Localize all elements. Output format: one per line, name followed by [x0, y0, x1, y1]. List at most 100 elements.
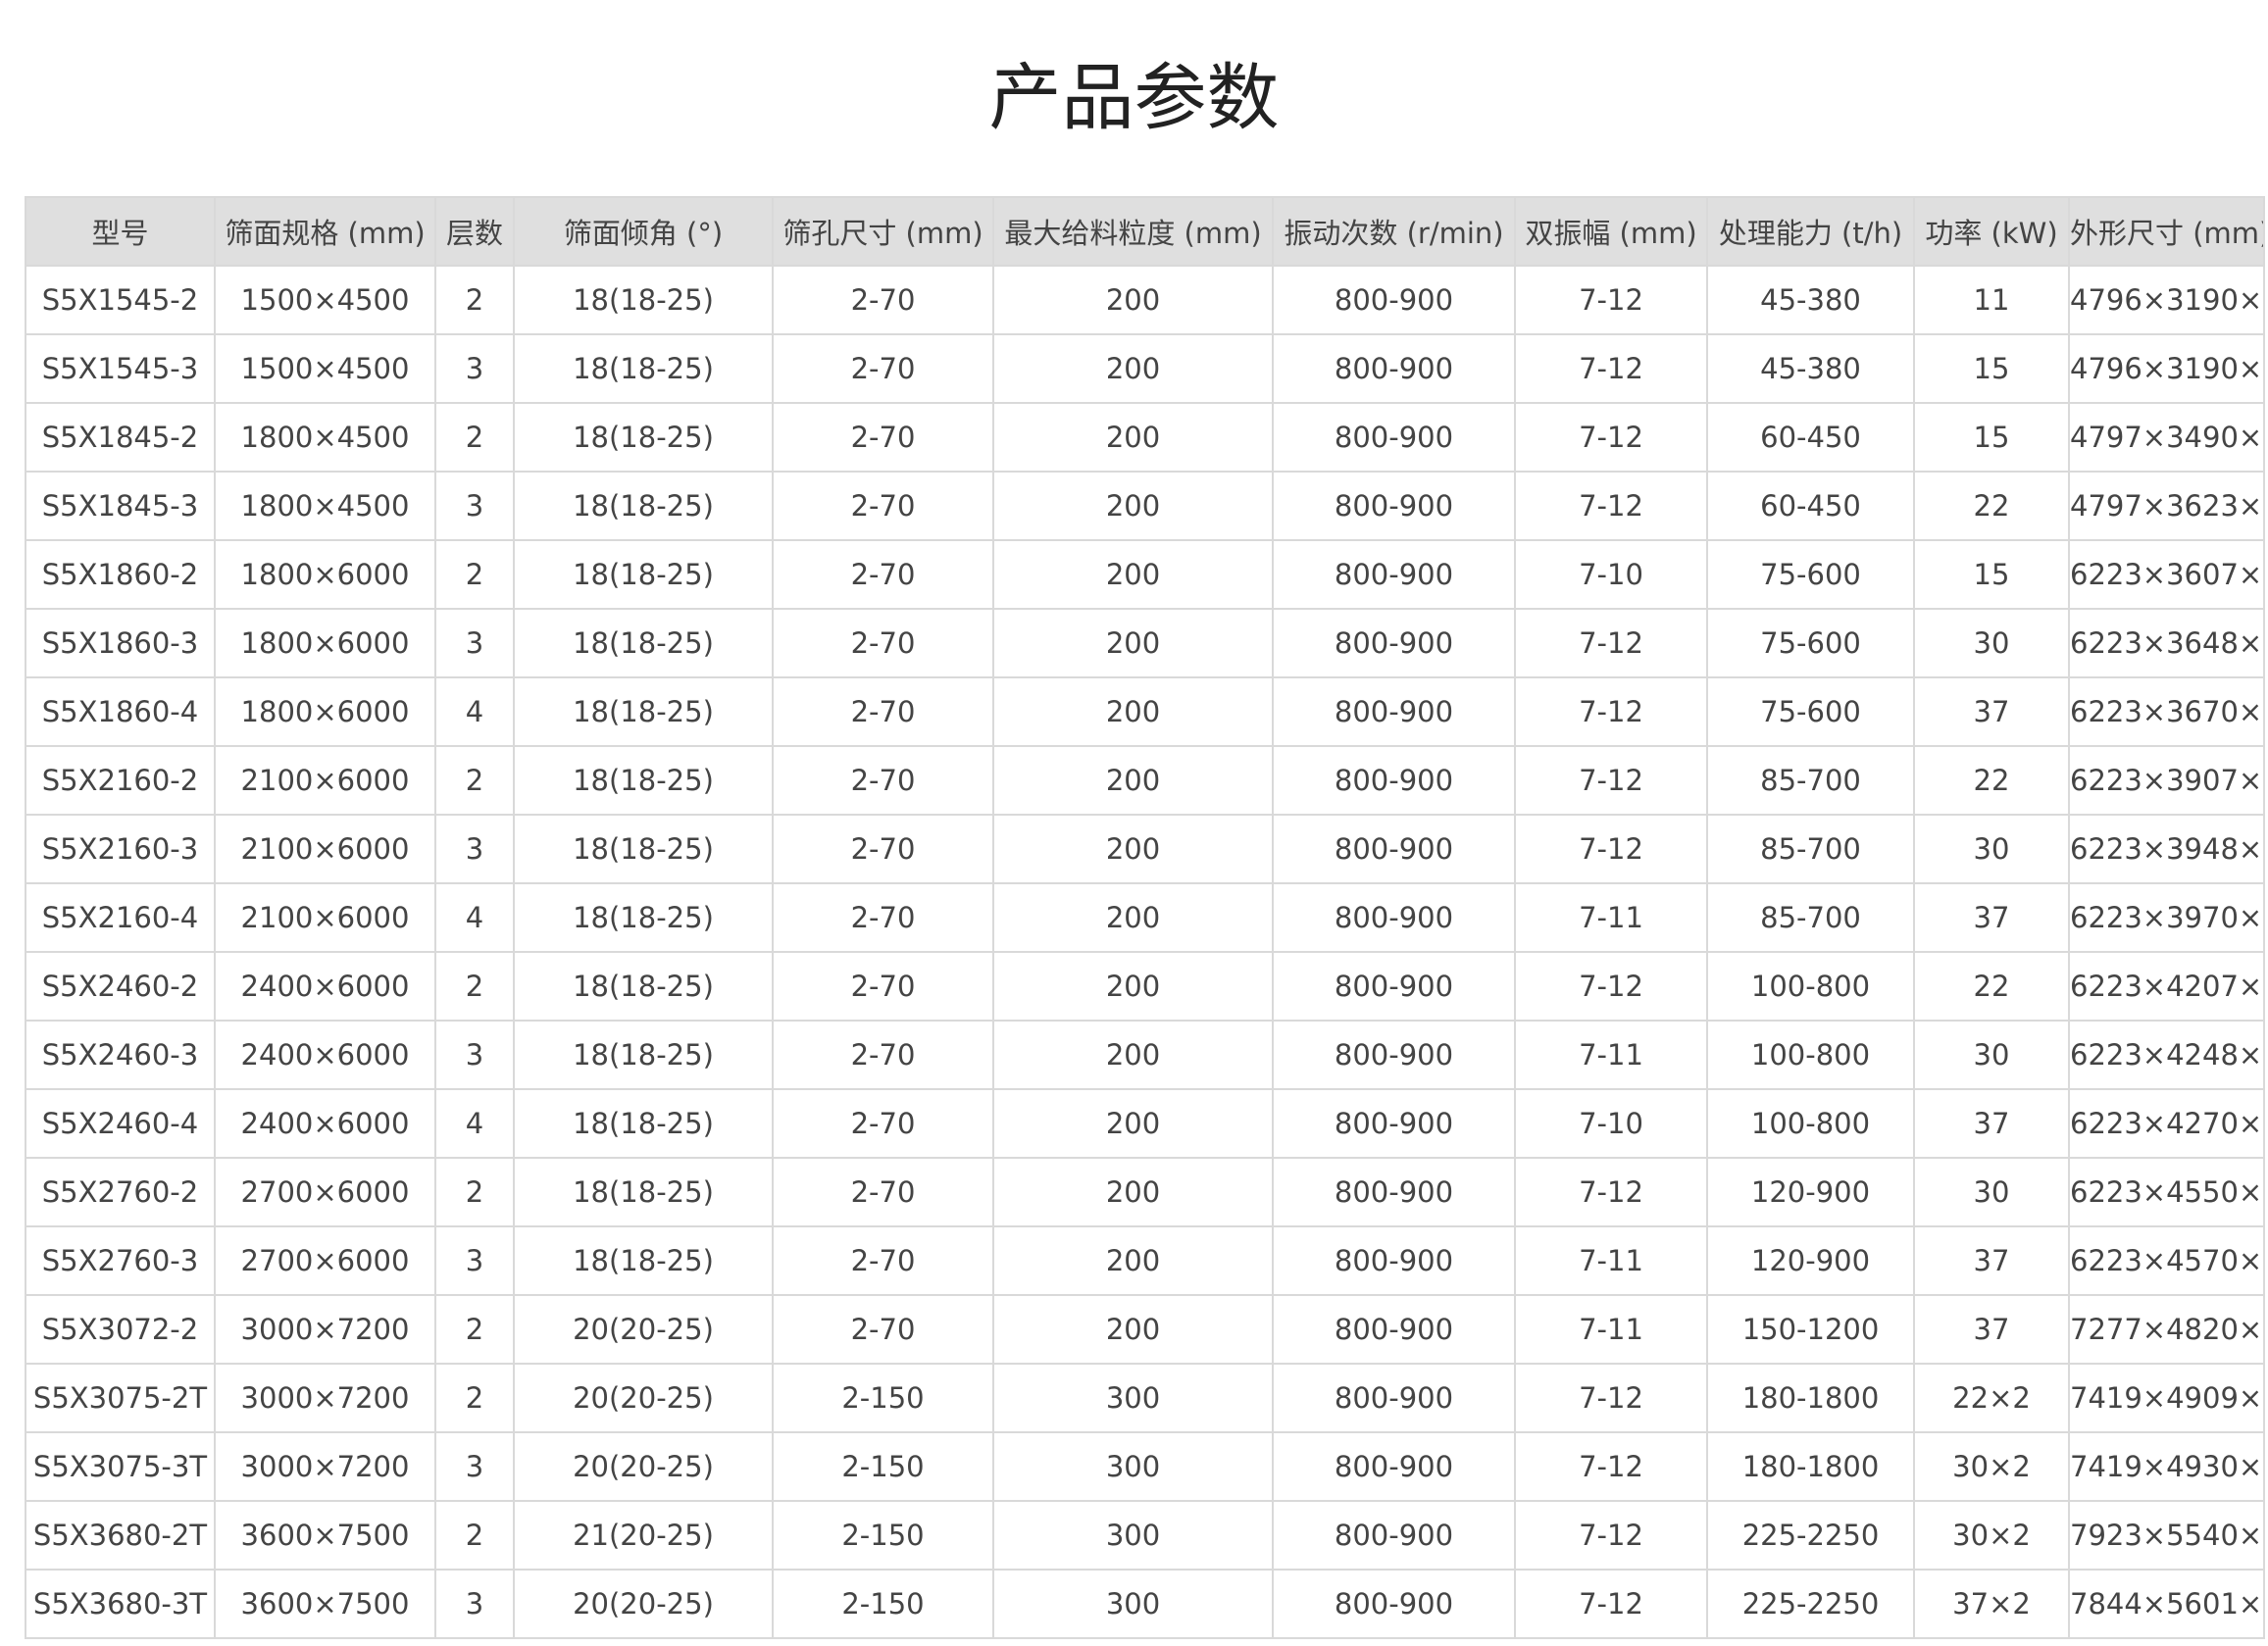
table-cell: 7923×5540×4267 — [2068, 1500, 2265, 1571]
table-cell: 2-150 — [772, 1569, 994, 1639]
table-header: 型号 筛面规格 (mm) 层数 筛面倾角 (°) 筛孔尺寸 (mm) 最大给料粒度 (mm… — [25, 196, 2265, 267]
table-cell: 15 — [1913, 539, 2070, 610]
table-cell: 200 — [992, 814, 1274, 884]
column-header: 振动次数 (r/min) — [1272, 196, 1516, 267]
table-cell: 200 — [992, 1088, 1274, 1159]
table-cell: 2700×6000 — [214, 1225, 436, 1296]
table-cell: 800-900 — [1272, 333, 1516, 404]
table-cell: 3000×7200 — [214, 1294, 436, 1365]
table-cell: 75-600 — [1706, 608, 1915, 678]
table-cell: 18(18-25) — [513, 402, 774, 473]
table-row: S5X1545-3 1500×4500 3 18(18-25) 2-70 200 800-9… — [25, 333, 2265, 404]
table-cell: 6223×3607×3437 — [2068, 539, 2265, 610]
table-cell: 6223×3948×4016 — [2068, 814, 2265, 884]
table-cell: 85-700 — [1706, 814, 1915, 884]
table-cell: 1800×6000 — [214, 676, 436, 747]
table-cell: 120-900 — [1706, 1225, 1915, 1296]
table-cell: 800-900 — [1272, 1500, 1516, 1571]
table-cell: 2-150 — [772, 1431, 994, 1502]
model-cell: S5X3680-2T — [25, 1500, 216, 1571]
table-cell: 800-900 — [1272, 1157, 1516, 1227]
table-cell: 2 — [434, 951, 515, 1022]
table-cell: 30 — [1913, 814, 2070, 884]
table-cell: 30×2 — [1913, 1500, 2070, 1571]
table-cell: 6223×4550×3469 — [2068, 1157, 2265, 1227]
table-cell: 7-10 — [1514, 539, 1708, 610]
table-row: S5X1545-2 1500×4500 2 18(18-25) 2-70 200 800-9… — [25, 265, 2265, 335]
table-cell: 21(20-25) — [513, 1500, 774, 1571]
table-cell: 6223×4570×4038 — [2068, 1225, 2265, 1296]
table-cell: 2 — [434, 539, 515, 610]
table-cell: 7-12 — [1514, 265, 1708, 335]
table-cell: 37 — [1913, 1225, 2070, 1296]
table-row: S5X3075-2T 3000×7200 2 20(20-25) 2-150 300 800… — [25, 1363, 2265, 1433]
table-cell: 2-70 — [772, 333, 994, 404]
table-cell: 6223×3970×4436 — [2068, 882, 2265, 953]
table-cell: 18(18-25) — [513, 745, 774, 816]
column-header: 双振幅 (mm) — [1514, 196, 1708, 267]
table-cell: 7277×4820×4238 — [2068, 1294, 2265, 1365]
model-cell: S5X1845-2 — [25, 402, 216, 473]
table-row: S5X1860-2 1800×6000 2 18(18-25) 2-70 200 800-9… — [25, 539, 2265, 610]
table-cell: 2-70 — [772, 1225, 994, 1296]
table-cell: 2100×6000 — [214, 814, 436, 884]
table-cell: 18(18-25) — [513, 608, 774, 678]
table-cell: 7-12 — [1514, 745, 1708, 816]
table-cell: 200 — [992, 471, 1274, 541]
table-cell: 2 — [434, 265, 515, 335]
table-cell: 200 — [992, 951, 1274, 1022]
table-cell: 7-12 — [1514, 1569, 1708, 1639]
table-body: S5X1545-2 1500×4500 2 18(18-25) 2-70 200 800-9… — [25, 265, 2265, 1639]
table-cell: 800-900 — [1272, 539, 1516, 610]
column-header: 筛面倾角 (°) — [513, 196, 774, 267]
model-cell: S5X2760-3 — [25, 1225, 216, 1296]
table-cell: 37 — [1913, 882, 2070, 953]
table-cell: 2-70 — [772, 608, 994, 678]
table-row: S5X2760-2 2700×6000 2 18(18-25) 2-70 200 800-9… — [25, 1157, 2265, 1227]
table-cell: 800-900 — [1272, 745, 1516, 816]
table-cell: 3 — [434, 1569, 515, 1639]
table-cell: 200 — [992, 265, 1274, 335]
spec-table: 型号 筛面规格 (mm) 层数 筛面倾角 (°) 筛孔尺寸 (mm) 最大给料粒度 (mm… — [25, 196, 2265, 1639]
table-cell: 7-12 — [1514, 1363, 1708, 1433]
table-cell: 7-12 — [1514, 951, 1708, 1022]
table-cell: 18(18-25) — [513, 333, 774, 404]
model-cell: S5X2160-3 — [25, 814, 216, 884]
table-cell: 3600×7500 — [214, 1500, 436, 1571]
model-cell: S5X2160-2 — [25, 745, 216, 816]
table-cell: 200 — [992, 1225, 1274, 1296]
table-cell: 120-900 — [1706, 1157, 1915, 1227]
table-cell: 225-2250 — [1706, 1500, 1915, 1571]
table-cell: 2-70 — [772, 1294, 994, 1365]
table-cell: 2-70 — [772, 745, 994, 816]
table-row: S5X3680-3T 3600×7500 3 20(20-25) 2-150 300 800… — [25, 1569, 2265, 1639]
table-cell: 200 — [992, 882, 1274, 953]
table-cell: 800-900 — [1272, 1431, 1516, 1502]
table-cell: 300 — [992, 1500, 1274, 1571]
table-cell: 18(18-25) — [513, 1088, 774, 1159]
column-header: 功率 (kW) — [1913, 196, 2070, 267]
table-cell: 800-900 — [1272, 265, 1516, 335]
table-cell: 800-900 — [1272, 882, 1516, 953]
table-cell: 7-11 — [1514, 1225, 1708, 1296]
table-cell: 180-1800 — [1706, 1363, 1915, 1433]
table-cell: 200 — [992, 608, 1274, 678]
table-cell: 18(18-25) — [513, 265, 774, 335]
table-cell: 18(18-25) — [513, 676, 774, 747]
table-cell: 37×2 — [1913, 1569, 2070, 1639]
table-cell: 200 — [992, 1157, 1274, 1227]
table-cell: 2-70 — [772, 1157, 994, 1227]
table-row: S5X2460-3 2400×6000 3 18(18-25) 2-70 200 800-9… — [25, 1020, 2265, 1090]
table-cell: 1800×4500 — [214, 471, 436, 541]
table-row: S5X2160-4 2100×6000 4 18(18-25) 2-70 200 800-9… — [25, 882, 2265, 953]
table-cell: 7-11 — [1514, 882, 1708, 953]
table-cell: 18(18-25) — [513, 539, 774, 610]
table-cell: 6223×4270×4436 — [2068, 1088, 2265, 1159]
table-cell: 100-800 — [1706, 951, 1915, 1022]
model-cell: S5X1845-3 — [25, 471, 216, 541]
table-cell: 15 — [1913, 333, 2070, 404]
table-cell: 22×2 — [1913, 1363, 2070, 1433]
table-cell: 37 — [1913, 1088, 2070, 1159]
table-cell: 2400×6000 — [214, 951, 436, 1022]
table-cell: 7-12 — [1514, 1157, 1708, 1227]
